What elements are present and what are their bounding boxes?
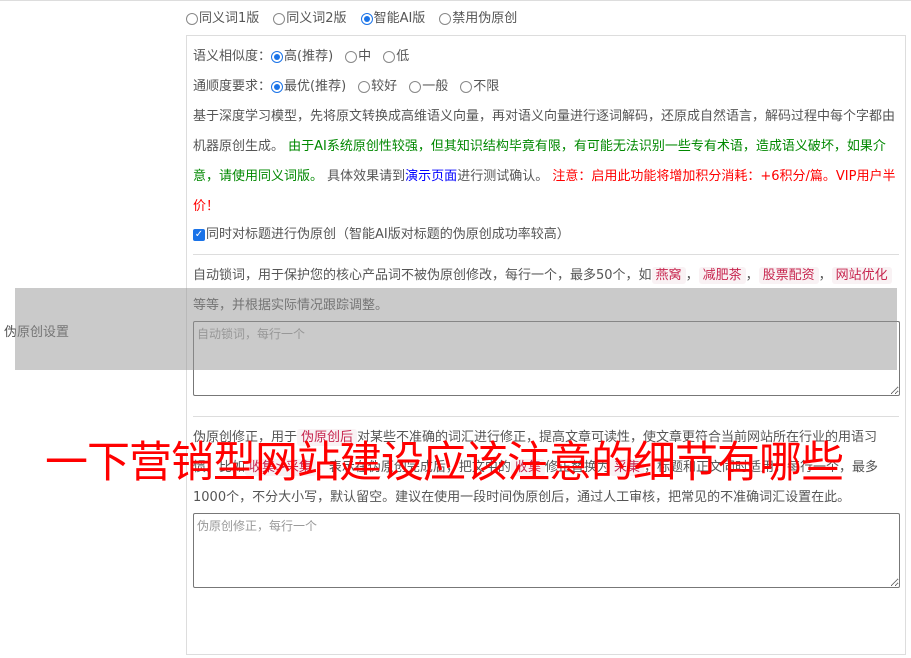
fluency-normal[interactable]: 一般 <box>409 72 448 102</box>
fix-words-input[interactable] <box>193 513 900 588</box>
ai-description: 基于深度学习模型，先将原文转换成高维语义向量，再对语义向量进行逐词解码，还原成自… <box>193 109 896 214</box>
fluency-best[interactable]: 最优(推荐) <box>271 72 346 102</box>
fix-description: 伪原创修正，用于 伪原创后 对某些不准确的词汇进行修正，提高文章可读性，使文章更符合… <box>193 429 878 505</box>
section-label: 伪原创设置 <box>4 325 70 340</box>
demo-page-link[interactable]: 演示页面 <box>405 169 457 184</box>
lock-description: 自动锁词，用于保护您的核心产品词不被伪原创修改，每行一个，最多50个，如 燕窝，减… <box>193 261 899 321</box>
top-divider <box>0 0 911 1</box>
title-rewrite-checkbox[interactable]: ✓ 同时对标题进行伪原创（智能AI版对标题的伪原创成功率较高） <box>193 222 899 248</box>
example-tag: 减肥茶 <box>698 267 746 284</box>
mode-synonym1[interactable]: 同义词1版 <box>186 9 259 29</box>
ai-settings-panel: 语义相似度： 高(推荐) 中 低 通顺度要求： 最优(推荐) 较好 一般 不限 … <box>186 35 906 655</box>
example-tag: 燕窝 <box>651 267 686 284</box>
mode-synonym2[interactable]: 同义词2版 <box>273 9 347 29</box>
example-tag: 收集 <box>510 459 545 476</box>
mode-disable[interactable]: 禁用伪原创 <box>439 9 517 29</box>
checkbox-checked-icon[interactable]: ✓ <box>193 229 205 241</box>
radio-icon[interactable] <box>358 81 371 93</box>
radio-icon[interactable] <box>383 51 396 63</box>
fluency-row: 通顺度要求： 最优(推荐) 较好 一般 不限 <box>193 72 899 102</box>
mode-ai[interactable]: 智能AI版 <box>360 9 425 29</box>
divider <box>193 254 899 255</box>
example-tag: 股票配资 <box>758 267 819 284</box>
radio-icon[interactable] <box>186 13 198 25</box>
radio-icon[interactable] <box>409 81 422 93</box>
radio-icon[interactable] <box>460 81 473 93</box>
divider <box>193 416 899 417</box>
example-tag: 伪原创后 <box>297 429 358 446</box>
similarity-low[interactable]: 低 <box>383 42 409 72</box>
fluency-any[interactable]: 不限 <box>460 72 499 102</box>
similarity-row: 语义相似度： 高(推荐) 中 低 <box>193 42 899 72</box>
example-tag: 收集>采集 <box>245 459 316 476</box>
mode-radio-group: 同义词1版 同义词2版 智能AI版 禁用伪原创 <box>186 9 517 29</box>
radio-icon[interactable] <box>271 81 284 93</box>
similarity-high[interactable]: 高(推荐) <box>271 42 333 72</box>
similarity-mid[interactable]: 中 <box>345 42 371 72</box>
similarity-label: 语义相似度： <box>193 49 272 64</box>
radio-icon[interactable] <box>439 13 452 25</box>
example-tag: 网站优化 <box>831 267 892 284</box>
radio-icon[interactable] <box>273 13 286 25</box>
example-tag: 采集 <box>609 459 644 476</box>
radio-icon[interactable] <box>271 51 284 63</box>
fluency-label: 通顺度要求： <box>193 79 272 94</box>
radio-icon[interactable] <box>360 13 373 25</box>
lock-words-input[interactable] <box>193 321 900 396</box>
radio-icon[interactable] <box>345 51 358 63</box>
fluency-good[interactable]: 较好 <box>358 72 397 102</box>
